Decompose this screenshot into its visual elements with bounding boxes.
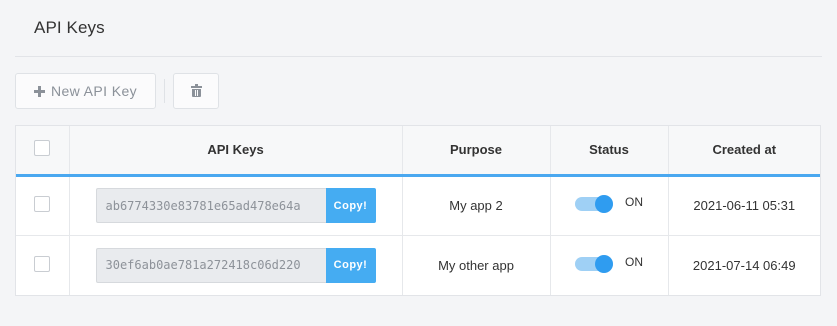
api-key-field[interactable]: [95, 247, 326, 283]
column-header-purpose[interactable]: Purpose: [402, 126, 551, 177]
copy-button[interactable]: Copy!: [325, 188, 376, 223]
purpose-cell: My other app: [402, 234, 551, 295]
new-api-key-label: New API Key: [50, 83, 138, 99]
row-checkbox[interactable]: [34, 255, 51, 272]
table-row: Copy! My app 2 ON 2021-06-11 05:31: [16, 175, 820, 235]
api-key-group: Copy!: [95, 188, 376, 223]
table-header-row: API Keys Purpose Status Created at: [16, 126, 820, 177]
status-cell: ON: [550, 175, 669, 235]
table-row: Copy! My other app ON 2021-07-14 06:49: [16, 234, 820, 295]
status-text: ON: [625, 254, 643, 269]
toolbar-divider: [164, 79, 165, 103]
row-checkbox[interactable]: [34, 196, 51, 212]
created-at-cell: 2021-07-14 06:49: [668, 234, 820, 295]
api-keys-table: API Keys Purpose Status Created at Copy!…: [15, 125, 821, 296]
new-api-key-button[interactable]: New API Key: [15, 73, 156, 109]
created-at-cell: 2021-06-11 05:31: [693, 198, 796, 213]
column-header-status[interactable]: Status: [550, 126, 669, 177]
status-cell: ON: [550, 234, 669, 295]
purpose-cell: My app 2: [402, 175, 551, 235]
column-header-created-at[interactable]: Created at: [668, 126, 820, 177]
api-key-cell: Copy!: [69, 234, 403, 295]
api-key-field[interactable]: [95, 188, 326, 223]
trash-icon: [190, 83, 202, 97]
page-header: API Keys: [15, 0, 822, 57]
page-title: API Keys: [34, 18, 105, 37]
toolbar: New API Key: [15, 73, 219, 109]
status-toggle[interactable]: [575, 254, 613, 274]
row-select-cell: [16, 175, 70, 235]
delete-button[interactable]: [173, 73, 219, 109]
api-key-group: Copy!: [95, 247, 376, 283]
plus-icon: [33, 85, 45, 97]
select-all-cell: [16, 126, 70, 177]
status-text: ON: [625, 195, 643, 209]
select-all-checkbox[interactable]: [34, 140, 51, 157]
copy-button[interactable]: Copy!: [325, 247, 376, 283]
row-select-cell: [16, 234, 70, 295]
status-toggle[interactable]: [575, 194, 613, 214]
api-key-cell: Copy!: [69, 175, 403, 235]
column-header-api-keys[interactable]: API Keys: [69, 126, 403, 177]
